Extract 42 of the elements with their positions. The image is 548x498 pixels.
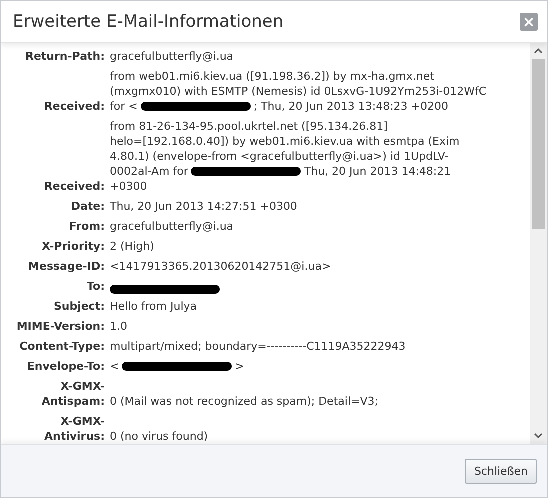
header-value: from web01.mi6.kiev.ua ([91.198.36.2]) by mx-ha.gmx.net [110,69,434,84]
header-value: 2 (High) [110,239,154,254]
scroll-thumb[interactable] [532,59,545,229]
header-label: Date: [70,199,105,214]
header-label: Return-Path: [24,49,105,64]
header-label: From: [68,219,105,234]
header-value: Hello from Julya [110,299,197,314]
header-value: 0 (Mail was not recognized as spam); Detail=V3; [110,394,378,409]
header-label: Subject: [52,299,105,314]
header-value: Thu, 20 Jun 2013 14:27:51 +0300 [110,199,298,214]
header-label: X-GMX-Antivirus: [43,414,105,444]
header-label: To: [86,279,105,294]
header-value: ; Thu, 20 Jun 2013 13:48:23 +0200 [254,99,448,114]
header-value: helo=[192.168.0.40]) by web01.mi6.kiev.ua with esmtpa (Exim [110,134,460,149]
header-value: Thu, 20 Jun 2013 14:48:21 [304,164,452,179]
header-value: gracefulbutterfly@i.ua [110,219,234,234]
header-value: > [235,359,244,374]
header-value: 0002al-Am for [110,164,188,179]
header-label: X-Priority: [41,239,105,254]
header-value: for < [110,99,138,114]
header-value: 0 (no virus found) [110,429,208,444]
header-label: Received: [43,99,105,114]
header-label: X-GMX-Antispam: [40,379,105,409]
header-value: +0300 [110,179,148,194]
header-label: MIME-Version: [16,319,105,334]
header-label: Content-Type: [18,339,105,354]
header-label: Received: [43,179,105,194]
header-value: multipart/mixed; boundary=----------C1119A35222943 [110,339,406,354]
header-value: 4.80.1) (envelope-from <gracefulbutterfly@i.ua>) id 1UpdLV- [110,149,449,164]
header-value: < [110,359,120,374]
scroll-down-icon[interactable] [534,433,543,439]
header-value: gracefulbutterfly@i.ua [110,49,234,64]
header-value: from 81-26-134-95.pool.ukrtel.net ([95.134.26.81] [110,119,388,134]
header-value: 1.0 [110,319,128,334]
header-value: (mxgmx010) with ESMTP (Nemesis) id 0LsxvG-1U92Ym253i-012WfC [110,84,487,99]
header-value: <1417913365.20130620142751@i.ua> [110,259,332,274]
header-label: Message-ID: [28,259,105,274]
close-dialog-button[interactable]: Schließen [465,458,537,484]
header-label: Envelope-To: [26,359,105,374]
scroll-up-icon[interactable] [534,48,543,54]
window-title: Erweiterte E-Mail-Informationen [13,12,284,32]
scrollbar[interactable] [530,43,547,444]
